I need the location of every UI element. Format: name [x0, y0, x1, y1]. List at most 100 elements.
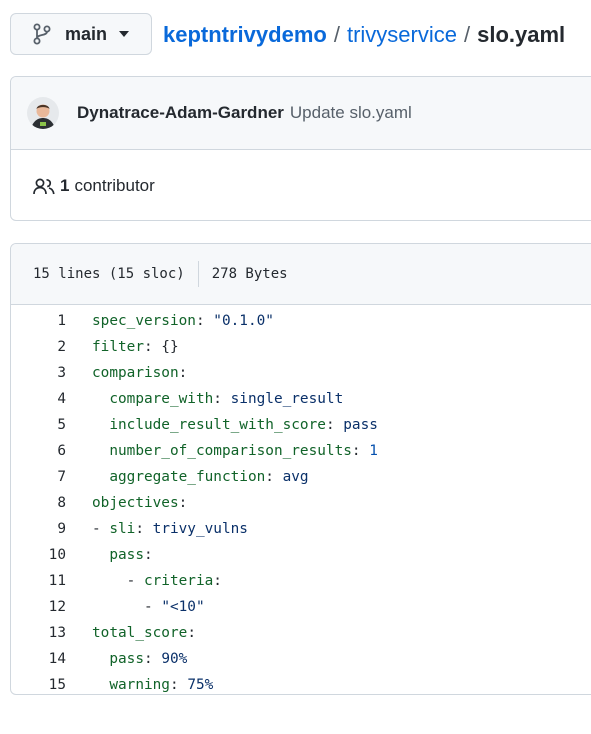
code-token: include_result_with_score: [109, 417, 326, 433]
contributors-row[interactable]: 1 contributor: [11, 150, 591, 220]
code-token: -: [143, 599, 162, 615]
code-line: 3 comparison:: [11, 360, 591, 386]
latest-commit-header: Dynatrace-Adam-Gardner Update slo.yaml: [11, 77, 591, 150]
branch-select-button[interactable]: main: [10, 13, 152, 55]
line-number[interactable]: 7: [11, 469, 66, 485]
code-text: warning: 75%: [66, 677, 213, 693]
code-token: number_of_comparison_results: [109, 443, 352, 459]
code-token: pass: [343, 417, 378, 433]
code-token: total_score: [92, 625, 188, 641]
code-token: pass: [109, 651, 144, 667]
code-text: - criteria:: [66, 573, 222, 589]
code-line: 2 filter: {}: [11, 334, 591, 360]
code-line: 1 spec_version: "0.1.0": [11, 308, 591, 334]
code-token: "0.1.0": [213, 313, 274, 329]
code-token: "<10": [161, 599, 205, 615]
code-line: 9- sli: trivy_vulns: [11, 516, 591, 542]
code-token: :: [143, 651, 162, 667]
code-token: :: [135, 521, 153, 537]
code-token: :: [213, 573, 222, 589]
code-token: 1: [369, 443, 378, 459]
code-line: 8 objectives:: [11, 490, 591, 516]
breadcrumb-file-name: slo.yaml: [477, 22, 566, 47]
line-number[interactable]: 14: [11, 651, 66, 667]
code-token: :: [178, 495, 188, 511]
line-number[interactable]: 6: [11, 443, 66, 459]
code-token: :: [195, 313, 214, 329]
code-token: :: [169, 677, 188, 693]
code-line: 5 include_result_with_score: pass: [11, 412, 591, 438]
code-line: 15 warning: 75%: [11, 672, 591, 694]
code-token: :: [187, 625, 196, 641]
code-token: 75%: [187, 677, 214, 693]
code-token: trivy_vulns: [152, 521, 248, 537]
latest-commit-box: Dynatrace-Adam-Gardner Update slo.yaml 1…: [10, 76, 591, 221]
code-line: 12 - "<10": [11, 594, 591, 620]
code-token: spec_version: [92, 313, 196, 329]
people-icon: [33, 177, 55, 195]
line-number[interactable]: 5: [11, 417, 66, 433]
code-text: - sli: trivy_vulns: [66, 521, 248, 537]
code-token: :: [265, 469, 283, 485]
breadcrumb-separator: /: [463, 22, 471, 47]
line-number[interactable]: 2: [11, 339, 66, 355]
code-token: sli: [109, 521, 136, 537]
code-token: filter: [92, 339, 144, 355]
code-token: :: [143, 547, 153, 563]
code-text: objectives:: [66, 495, 187, 511]
code-text: spec_version: "0.1.0": [66, 313, 274, 329]
line-number[interactable]: 3: [11, 365, 66, 381]
code-token: :: [213, 391, 231, 407]
avatar[interactable]: [27, 97, 59, 129]
file-size: 278 Bytes: [211, 266, 288, 282]
code-token: pass: [109, 547, 144, 563]
code-token: : {}: [143, 339, 179, 355]
code-text: pass:: [66, 547, 153, 563]
code-listing: 1 spec_version: "0.1.0" 2 filter: {} 3 compar…: [11, 305, 591, 694]
commit-author-link[interactable]: Dynatrace-Adam-Gardner: [77, 103, 284, 123]
breadcrumb-separator: /: [333, 22, 340, 47]
line-number[interactable]: 9: [11, 521, 66, 537]
code-token: objectives: [92, 495, 179, 511]
line-number[interactable]: 8: [11, 495, 66, 511]
code-line: 13 total_score:: [11, 620, 591, 646]
code-text: filter: {}: [66, 339, 179, 355]
line-number[interactable]: 1: [11, 313, 66, 329]
code-token: 90%: [161, 651, 188, 667]
code-token: :: [351, 443, 370, 459]
code-text: total_score:: [66, 625, 196, 641]
breadcrumb-folder-link[interactable]: trivyservice: [347, 22, 457, 47]
code-text: number_of_comparison_results: 1: [66, 443, 378, 459]
code-text: pass: 90%: [66, 651, 187, 667]
code-token: -: [92, 521, 110, 537]
code-line: 7 aggregate_function: avg: [11, 464, 591, 490]
code-token: criteria: [143, 573, 214, 589]
code-token: single_result: [230, 391, 344, 407]
code-text: compare_with: single_result: [66, 391, 343, 407]
commit-message-link[interactable]: Update slo.yaml: [290, 103, 412, 123]
line-number[interactable]: 13: [11, 625, 66, 641]
code-token: aggregate_function: [109, 469, 266, 485]
code-token: -: [126, 573, 144, 589]
line-number[interactable]: 11: [11, 573, 66, 589]
code-text: comparison:: [66, 365, 187, 381]
code-line: 14 pass: 90%: [11, 646, 591, 672]
breadcrumb-repo-link[interactable]: keptntrivydemo: [163, 22, 327, 47]
code-text: include_result_with_score: pass: [66, 417, 378, 433]
code-token: :: [178, 365, 188, 381]
header-divider: [197, 261, 199, 287]
line-number[interactable]: 12: [11, 599, 66, 615]
line-number[interactable]: 15: [11, 677, 66, 693]
code-line: 6 number_of_comparison_results: 1: [11, 438, 591, 464]
file-line-count: 15 lines (15 sloc): [33, 266, 185, 282]
line-number[interactable]: 4: [11, 391, 66, 407]
line-number[interactable]: 10: [11, 547, 66, 563]
code-text: - "<10": [66, 599, 205, 615]
code-text: aggregate_function: avg: [66, 469, 308, 485]
code-token: comparison: [92, 365, 179, 381]
contributor-label: contributor: [74, 175, 155, 195]
breadcrumb: keptntrivydemo / trivyservice / slo.yaml: [163, 20, 565, 50]
code-line: 4 compare_with: single_result: [11, 386, 591, 412]
file-info-header: 15 lines (15 sloc) 278 Bytes: [11, 244, 591, 305]
code-line: 11 - criteria:: [11, 568, 591, 594]
